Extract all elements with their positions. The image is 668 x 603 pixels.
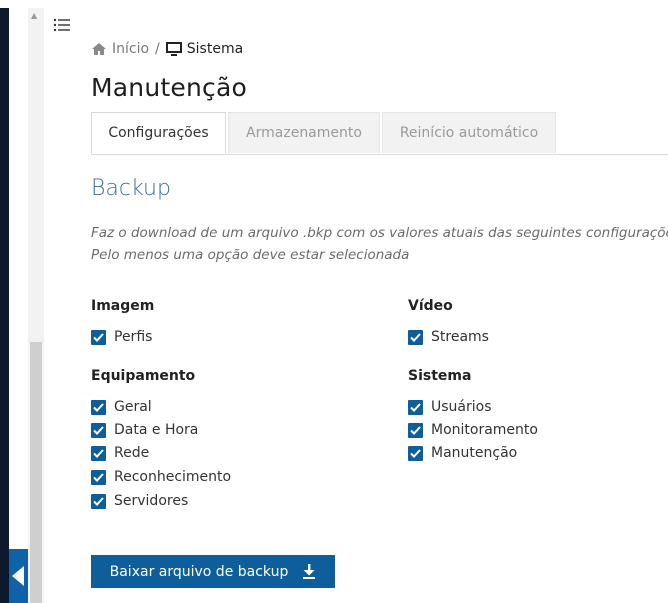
checkbox-geral[interactable]: Geral (91, 398, 152, 416)
group-title-video: Vídeo (408, 298, 453, 314)
top-strip (0, 0, 668, 8)
page-title: Manutenção (91, 73, 247, 102)
breadcrumb: Início / Sistema (91, 41, 243, 57)
checkbox-streams[interactable]: Streams (408, 328, 489, 346)
scroll-up-arrow-icon[interactable]: ▲ (31, 12, 37, 20)
monitor-icon (165, 41, 182, 56)
checkbox-label: Perfis (114, 329, 153, 345)
breadcrumb-separator: / (155, 41, 160, 57)
checkbox-checked-icon[interactable] (91, 493, 106, 509)
checkbox-label: Reconhecimento (114, 469, 232, 485)
group-title-imagem: Imagem (91, 298, 155, 314)
tab-armazenamento[interactable]: Armazenamento (228, 112, 380, 153)
checkbox-servidores[interactable]: Servidores (91, 492, 188, 510)
checkbox-manutencao[interactable]: Manutenção (408, 444, 517, 462)
checkbox-checked-icon[interactable] (91, 445, 106, 461)
download-button-label: Baixar arquivo de backup (109, 563, 289, 580)
breadcrumb-current: Sistema (186, 41, 244, 57)
tab-bar: Configurações Armazenamento Reinício aut… (91, 112, 668, 155)
scrollbar-thumb[interactable] (30, 342, 42, 603)
scrollbar[interactable]: ▲ (28, 8, 44, 603)
breadcrumb-home[interactable]: Início (112, 41, 149, 57)
download-backup-button[interactable]: Baixar arquivo de backup (91, 555, 335, 588)
checkbox-label: Usuários (431, 399, 492, 415)
description-line-2: Pelo menos uma opção deve estar selecion… (91, 247, 410, 263)
checkbox-usuarios[interactable]: Usuários (408, 398, 492, 416)
group-title-equipamento: Equipamento (91, 368, 196, 384)
tab-reinicio-automatico[interactable]: Reinício automático (382, 112, 556, 153)
home-icon[interactable] (91, 42, 107, 56)
chevron-left-icon (12, 566, 24, 586)
checkbox-label: Data e Hora (114, 422, 199, 438)
checkbox-checked-icon[interactable] (408, 422, 423, 438)
checkbox-monitoramento[interactable]: Monitoramento (408, 421, 538, 439)
sidebar-collapsed (0, 8, 9, 603)
group-title-sistema: Sistema (408, 368, 472, 384)
checkbox-data-e-hora[interactable]: Data e Hora (91, 421, 198, 439)
checkbox-perfis[interactable]: Perfis (91, 328, 152, 346)
checkbox-label: Rede (114, 445, 150, 461)
checkbox-reconhecimento[interactable]: Reconhecimento (91, 468, 231, 486)
checkbox-label: Servidores (114, 493, 189, 509)
checkbox-label: Monitoramento (431, 422, 538, 438)
tab-configuracoes[interactable]: Configurações (91, 112, 226, 154)
section-title: Backup (91, 176, 171, 201)
checkbox-checked-icon[interactable] (91, 329, 106, 345)
download-icon (303, 564, 316, 579)
checkbox-label: Streams (431, 329, 489, 345)
menu-toggle-icon[interactable] (53, 17, 71, 33)
checkbox-checked-icon[interactable] (91, 469, 106, 485)
checkbox-label: Manutenção (431, 445, 518, 461)
checkbox-checked-icon[interactable] (91, 399, 106, 415)
description-line-1: Faz o download de um arquivo .bkp com os… (91, 225, 668, 241)
checkbox-checked-icon[interactable] (91, 422, 106, 438)
checkbox-checked-icon[interactable] (408, 329, 423, 345)
checkbox-checked-icon[interactable] (408, 399, 423, 415)
sidebar-toggle-button[interactable] (9, 549, 28, 603)
section-description: Faz o download de um arquivo .bkp com os… (91, 222, 668, 266)
checkbox-checked-icon[interactable] (408, 445, 423, 461)
checkbox-label: Geral (114, 399, 152, 415)
checkbox-rede[interactable]: Rede (91, 444, 149, 462)
